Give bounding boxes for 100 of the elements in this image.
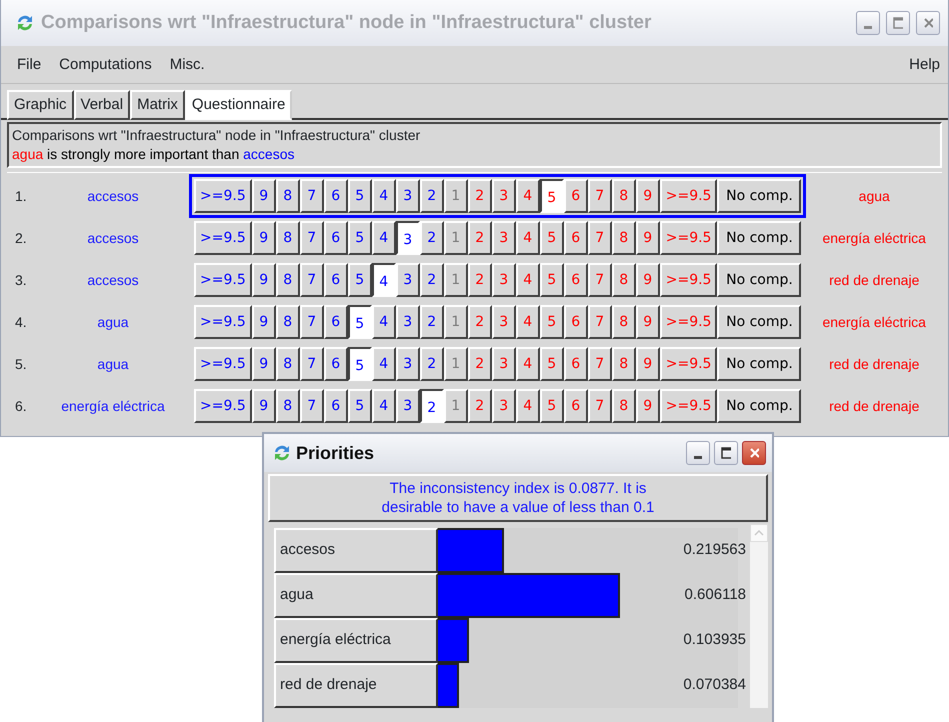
scale-button[interactable]: 9: [252, 179, 276, 213]
scale-button[interactable]: 2: [420, 263, 444, 297]
scale-button[interactable]: 3: [396, 263, 420, 297]
no-comparison-button[interactable]: No comp.: [717, 263, 802, 297]
scale-button[interactable]: >=9.5: [194, 179, 252, 213]
scale-button[interactable]: 5: [348, 347, 372, 381]
scale-button[interactable]: 2: [420, 347, 444, 381]
scale-button[interactable]: >=9.5: [194, 263, 252, 297]
scale-button[interactable]: 2: [420, 221, 444, 255]
close-button[interactable]: [916, 11, 940, 35]
left-element-label: accesos: [86, 186, 140, 206]
scale-button[interactable]: 3: [396, 179, 420, 213]
scale-button[interactable]: 7: [300, 305, 324, 339]
maximize-icon: [721, 447, 731, 459]
scale-button[interactable]: 4: [372, 389, 396, 423]
minimize-button[interactable]: [686, 441, 710, 465]
menu-item[interactable]: Help: [909, 54, 940, 76]
scale-button[interactable]: 2: [420, 389, 444, 423]
scale-button[interactable]: 4: [372, 221, 396, 255]
scale-button[interactable]: 7: [300, 179, 324, 213]
menu-item[interactable]: Computations: [59, 54, 152, 76]
scale-button[interactable]: 6: [324, 263, 348, 297]
element-name: red de drenaje: [274, 663, 438, 708]
scale-button[interactable]: 8: [276, 179, 300, 213]
close-icon: [923, 17, 933, 29]
scale-button[interactable]: 6: [324, 179, 348, 213]
scale-button[interactable]: 6: [324, 389, 348, 423]
scale-button[interactable]: 5: [348, 305, 372, 339]
close-icon: [749, 447, 759, 459]
scale-button[interactable]: >=9.5: [194, 221, 252, 255]
scale-button[interactable]: 9: [252, 305, 276, 339]
row-number: 4.: [14, 312, 28, 332]
scale-button[interactable]: 2: [420, 305, 444, 339]
window-title: Comparisons wrt "Infraestructura" node in "Infraestructura" cluster: [41, 10, 652, 35]
scale-button[interactable]: 8: [276, 305, 300, 339]
scale-button[interactable]: 4: [372, 305, 396, 339]
scale-button[interactable]: 2: [420, 179, 444, 213]
scale-button[interactable]: >=9.5: [194, 347, 252, 381]
scale-button[interactable]: 9: [252, 389, 276, 423]
scale-button[interactable]: 7: [300, 347, 324, 381]
maximize-icon: [893, 17, 903, 29]
scale-button[interactable]: 6: [324, 347, 348, 381]
scale-button[interactable]: 6: [324, 221, 348, 255]
scale-button[interactable]: 4: [372, 179, 396, 213]
scale-button[interactable]: >=9.5: [194, 389, 252, 423]
scale-button[interactable]: 4: [372, 347, 396, 381]
scale-button[interactable]: >=9.5: [194, 305, 252, 339]
tab[interactable]: Verbal: [74, 90, 130, 120]
scale-button[interactable]: 3: [396, 305, 420, 339]
window-title: Priorities: [296, 442, 376, 464]
menu-item[interactable]: File: [17, 54, 42, 76]
scale-button[interactable]: 3: [396, 389, 420, 423]
scale-button[interactable]: 8: [276, 389, 300, 423]
tab[interactable]: Questionnaire: [184, 90, 292, 120]
priority-value: 0.606118: [684, 585, 746, 606]
scale-button[interactable]: 5: [348, 263, 372, 297]
header-title: Comparisons wrt "Infraestructura" node in "Infraestructura" cluster: [12, 126, 422, 145]
scale-button[interactable]: 4: [372, 263, 396, 297]
no-comparison-button[interactable]: No comp.: [717, 179, 802, 213]
left-element-label: accesos: [86, 228, 140, 248]
right-element-label: energía eléctrica: [821, 312, 927, 332]
scale-button[interactable]: 8: [276, 347, 300, 381]
scale-button[interactable]: 6: [324, 305, 348, 339]
scale-button[interactable]: 5: [348, 221, 372, 255]
left-element-label: energía eléctrica: [60, 396, 166, 416]
row-number: 2.: [14, 228, 28, 248]
tab[interactable]: Matrix: [130, 90, 185, 120]
scale-button[interactable]: 5: [348, 179, 372, 213]
scale-button[interactable]: 7: [300, 221, 324, 255]
scale-button[interactable]: 5: [348, 389, 372, 423]
chevron-up-icon: [754, 530, 764, 536]
close-button[interactable]: [742, 441, 766, 465]
scale-button[interactable]: 7: [300, 263, 324, 297]
app-icon: [15, 13, 35, 33]
scale-button[interactable]: 8: [276, 263, 300, 297]
minimize-icon: [694, 456, 702, 458]
menu-item[interactable]: Misc.: [170, 54, 205, 76]
no-comparison-button[interactable]: No comp.: [717, 305, 802, 339]
row-number: 5.: [14, 354, 28, 374]
scale-button[interactable]: 9: [252, 263, 276, 297]
scale-button[interactable]: 9: [252, 221, 276, 255]
scrollbar[interactable]: [750, 524, 768, 708]
minimize-icon: [864, 26, 872, 28]
left-element-label: agua: [96, 312, 130, 332]
no-comparison-button[interactable]: No comp.: [717, 389, 802, 423]
comparison-verdict: agua is strongly more important than accesos: [12, 145, 296, 164]
scale-button[interactable]: 8: [276, 221, 300, 255]
maximize-button[interactable]: [714, 441, 738, 465]
right-element-label: red de drenaje: [828, 354, 920, 374]
scale-button[interactable]: 3: [396, 221, 420, 255]
right-element-label: red de drenaje: [828, 396, 920, 416]
no-comparison-button[interactable]: No comp.: [717, 347, 802, 381]
tab[interactable]: Graphic: [7, 90, 74, 120]
scale-button[interactable]: 3: [396, 347, 420, 381]
scale-button[interactable]: 7: [300, 389, 324, 423]
scale-button[interactable]: 9: [252, 347, 276, 381]
scale-button[interactable]: 5: [540, 179, 564, 213]
element-name: energía eléctrica: [274, 618, 438, 663]
right-element-label: red de drenaje: [828, 270, 920, 290]
no-comparison-button[interactable]: No comp.: [717, 221, 802, 255]
